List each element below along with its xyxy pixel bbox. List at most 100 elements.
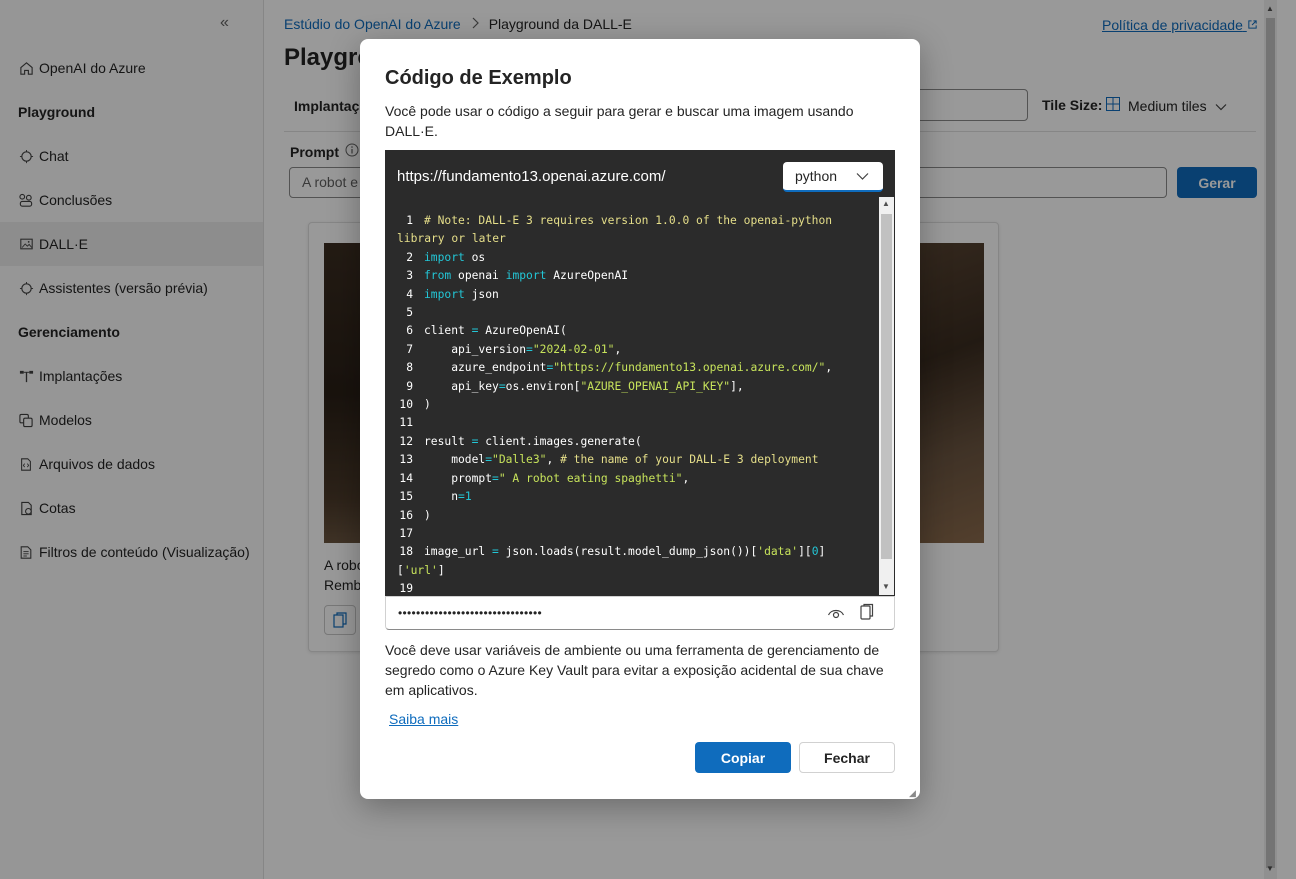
- code-block[interactable]: 1 # Note: DALL-E 3 requires version 1.0.0…: [385, 200, 895, 596]
- security-warning: Você deve usar variáveis de ambiente ou …: [385, 642, 884, 698]
- code-token: 0: [811, 545, 819, 559]
- line-number: 16: [399, 508, 413, 522]
- dialog-description: Você pode usar o código a seguir para ge…: [385, 103, 854, 139]
- code-line: 1 # Note: DALL-E 3 requires version 1.0.0…: [397, 212, 877, 230]
- code-token: ]: [818, 545, 826, 559]
- line-number: 6: [406, 324, 413, 338]
- language-dropdown[interactable]: python: [783, 162, 883, 192]
- line-number: 10: [399, 398, 413, 412]
- api-key-value: ••••••••••••••••••••••••••••••••: [398, 606, 543, 620]
- code-token: library or later: [397, 232, 506, 246]
- copy-button[interactable]: Copiar: [695, 742, 791, 773]
- code-token: ]: [437, 563, 445, 577]
- code-line: 4 import json: [397, 286, 877, 304]
- code-token: image_url: [424, 545, 493, 559]
- line-number: 2: [406, 250, 413, 264]
- code-token: ,: [825, 361, 833, 375]
- code-token: api_key: [424, 379, 499, 393]
- language-value: python: [795, 168, 838, 184]
- code-token: from: [424, 269, 452, 283]
- line-number: 7: [406, 342, 413, 356]
- endpoint-url: https://fundamento13.openai.azure.com/: [397, 168, 666, 185]
- code-token: ][: [798, 545, 812, 559]
- code-token: [: [397, 563, 404, 577]
- code-token: AzureOpenAI(: [478, 324, 567, 338]
- line-number: 3: [406, 269, 413, 283]
- line-number: 12: [399, 434, 413, 448]
- code-token: "https://fundamento13.openai.azure.com/": [553, 361, 826, 375]
- code-token: "2024-02-01": [532, 342, 615, 356]
- code-token: =: [485, 453, 493, 467]
- code-line: 10): [397, 396, 877, 414]
- line-number: 17: [399, 526, 413, 540]
- code-line: 11: [397, 414, 877, 432]
- code-token: 1: [464, 490, 472, 504]
- line-number: 19: [399, 582, 413, 596]
- sample-code-dialog: Código de Exemplo Você pode usar o códig…: [360, 39, 920, 799]
- line-number: 1: [406, 214, 413, 227]
- copy-icon[interactable]: [860, 603, 874, 624]
- learn-more-link[interactable]: Saiba mais: [389, 711, 458, 727]
- code-token: =: [526, 342, 533, 356]
- code-line: 15 n=1: [397, 488, 877, 506]
- code-line: 19: [397, 580, 877, 596]
- code-token: n: [424, 490, 459, 504]
- line-number: 4: [406, 287, 413, 301]
- code-token: api_version: [424, 342, 527, 356]
- code-line: 9 api_key=os.environ["AZURE_OPENAI_API_K…: [397, 378, 877, 396]
- code-line: 7 api_version="2024-02-01",: [397, 341, 877, 359]
- code-token: import: [424, 250, 465, 264]
- code-token: =: [458, 490, 465, 504]
- line-number: 18: [399, 545, 413, 559]
- code-token: # Note: DALL-E 3 requires version 1.0.0 …: [424, 214, 833, 227]
- code-line: 13 model="Dalle3", # the name of your DA…: [397, 451, 877, 469]
- code-token: ],: [730, 379, 744, 393]
- code-token: azure_endpoint: [424, 361, 547, 375]
- code-line: 14 prompt=" A robot eating spaghetti",: [397, 470, 877, 488]
- code-token: import: [424, 287, 465, 301]
- code-header: https://fundamento13.openai.azure.com/ p…: [385, 150, 895, 200]
- code-line: 5: [397, 304, 877, 322]
- code-token: 'url': [403, 563, 438, 577]
- line-number: 9: [406, 379, 413, 393]
- code-token: ): [424, 508, 431, 522]
- code-token: ,: [682, 471, 690, 485]
- code-token: client.images.generate(: [478, 434, 642, 448]
- code-token: AzureOpenAI: [546, 269, 629, 283]
- dialog-title: Código de Exemplo: [385, 67, 572, 89]
- api-key-field[interactable]: ••••••••••••••••••••••••••••••••: [385, 596, 895, 630]
- code-line: library or later: [397, 230, 877, 248]
- code-token: ): [424, 398, 431, 412]
- code-token: # the name of your DALL-E 3 deployment: [560, 453, 819, 467]
- line-number: 15: [399, 490, 413, 504]
- code-token: =: [498, 379, 506, 393]
- code-token: =: [492, 471, 499, 485]
- scroll-down-icon[interactable]: ▼: [882, 582, 890, 591]
- code-line: 12 result = client.images.generate(: [397, 433, 877, 451]
- code-line: 3 from openai import AzureOpenAI: [397, 267, 877, 285]
- eye-icon[interactable]: [827, 605, 845, 624]
- line-number: 14: [399, 471, 413, 485]
- code-line: ['url']: [397, 562, 877, 580]
- code-token: "Dalle3": [492, 453, 547, 467]
- code-token: result: [424, 434, 472, 448]
- code-token: client: [424, 324, 472, 338]
- code-token: openai: [451, 269, 506, 283]
- code-token: ,: [546, 453, 561, 467]
- scroll-up-icon[interactable]: ▲: [882, 199, 890, 208]
- code-line: 17: [397, 525, 877, 543]
- code-line: 6 client = AzureOpenAI(: [397, 322, 877, 340]
- line-number: 5: [406, 306, 413, 320]
- code-token: os: [464, 250, 486, 264]
- code-line: 2 import os: [397, 249, 877, 267]
- close-button[interactable]: Fechar: [799, 742, 895, 773]
- line-number: 8: [406, 361, 413, 375]
- resize-grip-icon[interactable]: ◢: [909, 788, 916, 799]
- code-lines: 1 # Note: DALL-E 3 requires version 1.0.0…: [397, 212, 877, 596]
- code-token: prompt: [424, 471, 493, 485]
- code-token: json.loads(result.model_dump_json())[: [498, 545, 758, 559]
- code-token: " A robot eating spaghetti": [498, 471, 683, 485]
- code-scrollbar-thumb[interactable]: [881, 214, 892, 559]
- code-token: os.environ[: [505, 379, 581, 393]
- code-line: 18 image_url = json.loads(result.model_du…: [397, 543, 877, 561]
